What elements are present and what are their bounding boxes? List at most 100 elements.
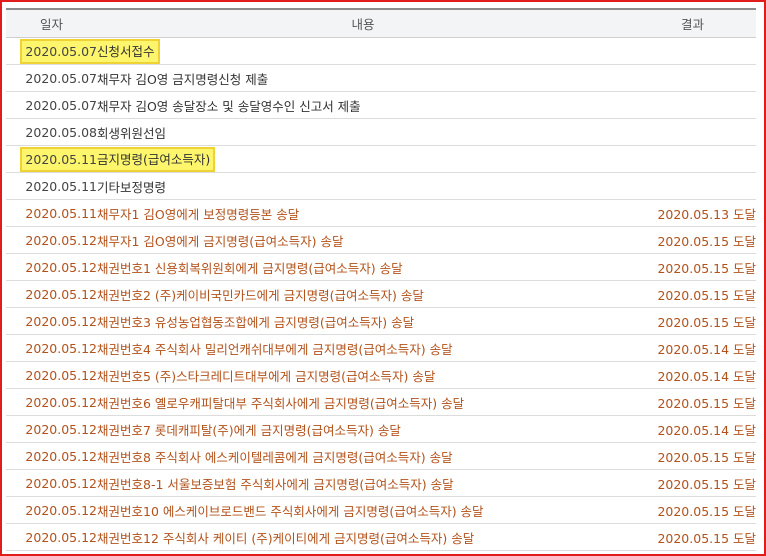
- row-date: 2020.05.12: [25, 448, 97, 464]
- row-date-cell: 2020.05.12: [6, 388, 97, 416]
- row-content-cell: 채권번호3 유성농업협동조합에게 금지명령(급여소득자) 송달: [97, 307, 629, 335]
- row-content: 채권번호8 주식회사 에스케이텔레콤에게 금지명령(급여소득자) 송달: [97, 449, 453, 465]
- row-content-cell: 채권번호2 (주)케이비국민카드에게 금지명령(급여소득자) 송달: [97, 280, 629, 308]
- row-content: 채무자 김O영 금지명령신청 제출: [97, 71, 269, 87]
- table-row: 2020.05.07 채무자 김O영 송달장소 및 송달영수인 신고서 제출: [6, 91, 756, 119]
- table-row: 2020.05.12 채권번호1 신용회복위원회에게 금지명령(급여소득자) 송달…: [6, 253, 756, 281]
- row-result: 2020.05.15 도달: [657, 530, 756, 546]
- row-content: 채무자1 김O영에게 보정명령등본 송달: [97, 206, 300, 222]
- row-result-cell: [629, 91, 756, 119]
- table-row: 2020.05.12 채권번호3 유성농업협동조합에게 금지명령(급여소득자) 송…: [6, 307, 756, 335]
- table-row: 2020.05.12 채권번호8 주식회사 에스케이텔레콤에게 금지명령(급여소득…: [6, 442, 756, 470]
- row-date-cell: 2020.05.08: [6, 118, 97, 146]
- row-result: 2020.05.15 도달: [657, 260, 756, 276]
- row-date: 2020.05.12: [25, 313, 97, 329]
- row-content: 채권번호5 (주)스타크레디트대부에게 금지명령(급여소득자) 송달: [97, 368, 436, 384]
- case-progress-table: 일자 내용 결과 2020.05.07 신청서접수 2020.05.07 채무자 김O…: [6, 8, 756, 551]
- row-content: 채권번호3 유성농업협동조합에게 금지명령(급여소득자) 송달: [97, 314, 415, 330]
- row-result-cell: 2020.05.14 도달: [629, 361, 756, 389]
- table-row: 2020.05.12 채권번호10 에스케이브로드밴드 주식회사에게 금지명령(급…: [6, 496, 756, 524]
- header-result: 결과: [629, 8, 756, 38]
- row-content-cell: 채권번호8 주식회사 에스케이텔레콤에게 금지명령(급여소득자) 송달: [97, 442, 629, 470]
- row-result-cell: 2020.05.15 도달: [629, 496, 756, 524]
- row-content-cell: 채권번호6 옐로우캐피탈대부 주식회사에게 금지명령(급여소득자) 송달: [97, 388, 629, 416]
- table-row: 2020.05.12 채권번호2 (주)케이비국민카드에게 금지명령(급여소득자)…: [6, 280, 756, 308]
- row-result-cell: 2020.05.15 도달: [629, 280, 756, 308]
- row-result: 2020.05.15 도달: [657, 449, 756, 465]
- row-content-cell: 신청서접수: [97, 37, 629, 65]
- row-result-cell: 2020.05.14 도달: [629, 415, 756, 443]
- row-result: 2020.05.14 도달: [657, 422, 756, 438]
- row-date-cell: 2020.05.12: [6, 280, 97, 308]
- row-result: 2020.05.15 도달: [657, 314, 756, 330]
- row-date-cell: 2020.05.12: [6, 442, 97, 470]
- row-date: 2020.05.12: [25, 259, 97, 275]
- row-content-cell: 채권번호10 에스케이브로드밴드 주식회사에게 금지명령(급여소득자) 송달: [97, 496, 629, 524]
- row-date: 2020.05.12: [25, 232, 97, 248]
- row-date: 2020.05.12: [25, 340, 97, 356]
- table-row: 2020.05.12 채권번호8-1 서울보증보험 주식회사에게 금지명령(급여소…: [6, 469, 756, 497]
- row-date-cell: 2020.05.07: [6, 64, 97, 92]
- table-header-row: 일자 내용 결과: [6, 8, 756, 38]
- table-row: 2020.05.08 회생위원선임: [6, 118, 756, 146]
- row-date-cell: 2020.05.07: [6, 91, 97, 119]
- row-date-cell: 2020.05.12: [6, 334, 97, 362]
- row-content: 채권번호1 신용회복위원회에게 금지명령(급여소득자) 송달: [97, 260, 403, 276]
- row-content-cell: 채권번호8-1 서울보증보험 주식회사에게 금지명령(급여소득자) 송달: [97, 469, 629, 497]
- row-date-cell: 2020.05.11: [6, 199, 97, 227]
- table-row: 2020.05.11 금지명령(급여소득자): [6, 145, 756, 173]
- row-date: 2020.05.12: [25, 367, 97, 383]
- row-content-cell: 채무자 김O영 금지명령신청 제출: [97, 64, 629, 92]
- row-content-cell: 채권번호1 신용회복위원회에게 금지명령(급여소득자) 송달: [97, 253, 629, 281]
- row-result: 2020.05.15 도달: [657, 287, 756, 303]
- table-row: 2020.05.11 채무자1 김O영에게 보정명령등본 송달 2020.05.13…: [6, 199, 756, 227]
- row-content: 기타보정명령: [97, 179, 167, 195]
- row-result-cell: [629, 172, 756, 200]
- row-content: 채권번호6 옐로우캐피탈대부 주식회사에게 금지명령(급여소득자) 송달: [97, 395, 465, 411]
- row-content: 금지명령(급여소득자): [97, 146, 216, 172]
- row-content-cell: 금지명령(급여소득자): [97, 145, 629, 173]
- row-date: 2020.05.07: [25, 97, 97, 113]
- row-date: 2020.05.08: [25, 124, 97, 140]
- row-date-cell: 2020.05.12: [6, 469, 97, 497]
- row-result-cell: [629, 118, 756, 146]
- row-date-cell: 2020.05.12: [6, 307, 97, 335]
- row-date: 2020.05.11: [20, 146, 97, 172]
- row-date: 2020.05.11: [25, 205, 97, 221]
- table-row: 2020.05.11 기타보정명령: [6, 172, 756, 200]
- row-result: 2020.05.14 도달: [657, 341, 756, 357]
- row-content: 신청서접수: [97, 38, 160, 64]
- row-date-cell: 2020.05.12: [6, 226, 97, 254]
- table-row: 2020.05.12 채권번호4 주식회사 밀리언캐쉬대부에게 금지명령(급여소득…: [6, 334, 756, 362]
- row-result: 2020.05.15 도달: [657, 503, 756, 519]
- row-result-cell: [629, 64, 756, 92]
- row-date-cell: 2020.05.12: [6, 415, 97, 443]
- row-result-cell: 2020.05.13 도달: [629, 199, 756, 227]
- table-row: 2020.05.07 신청서접수: [6, 37, 756, 65]
- header-content: 내용: [97, 8, 629, 38]
- row-content: 채권번호7 롯데캐피탈(주)에게 금지명령(급여소득자) 송달: [97, 422, 401, 438]
- row-result: 2020.05.15 도달: [657, 233, 756, 249]
- table-row: 2020.05.12 채권번호7 롯데캐피탈(주)에게 금지명령(급여소득자) 송…: [6, 415, 756, 443]
- row-result: 2020.05.14 도달: [657, 368, 756, 384]
- row-date: 2020.05.12: [25, 529, 97, 545]
- row-content-cell: 회생위원선임: [97, 118, 629, 146]
- row-result-cell: [629, 145, 756, 173]
- table-row: 2020.05.07 채무자 김O영 금지명령신청 제출: [6, 64, 756, 92]
- table-row: 2020.05.12 채무자1 김O영에게 금지명령(급여소득자) 송달 2020.…: [6, 226, 756, 254]
- row-result: 2020.05.13 도달: [657, 206, 756, 222]
- row-content: 채권번호10 에스케이브로드밴드 주식회사에게 금지명령(급여소득자) 송달: [97, 503, 484, 519]
- table-body: 2020.05.07 신청서접수 2020.05.07 채무자 김O영 금지명령신청 …: [6, 37, 756, 551]
- row-date-cell: 2020.05.12: [6, 253, 97, 281]
- row-date-cell: 2020.05.11: [6, 172, 97, 200]
- row-content-cell: 채권번호5 (주)스타크레디트대부에게 금지명령(급여소득자) 송달: [97, 361, 629, 389]
- row-date: 2020.05.12: [25, 475, 97, 491]
- table-row: 2020.05.12 채권번호12 주식회사 케이티 (주)케이티에게 금지명령(…: [6, 523, 756, 551]
- row-result: 2020.05.15 도달: [657, 476, 756, 492]
- row-date-cell: 2020.05.12: [6, 523, 97, 551]
- row-date: 2020.05.11: [25, 178, 97, 194]
- row-date: 2020.05.12: [25, 502, 97, 518]
- row-result-cell: 2020.05.15 도달: [629, 469, 756, 497]
- row-date-cell: 2020.05.11: [6, 145, 97, 173]
- row-content-cell: 채무자1 김O영에게 금지명령(급여소득자) 송달: [97, 226, 629, 254]
